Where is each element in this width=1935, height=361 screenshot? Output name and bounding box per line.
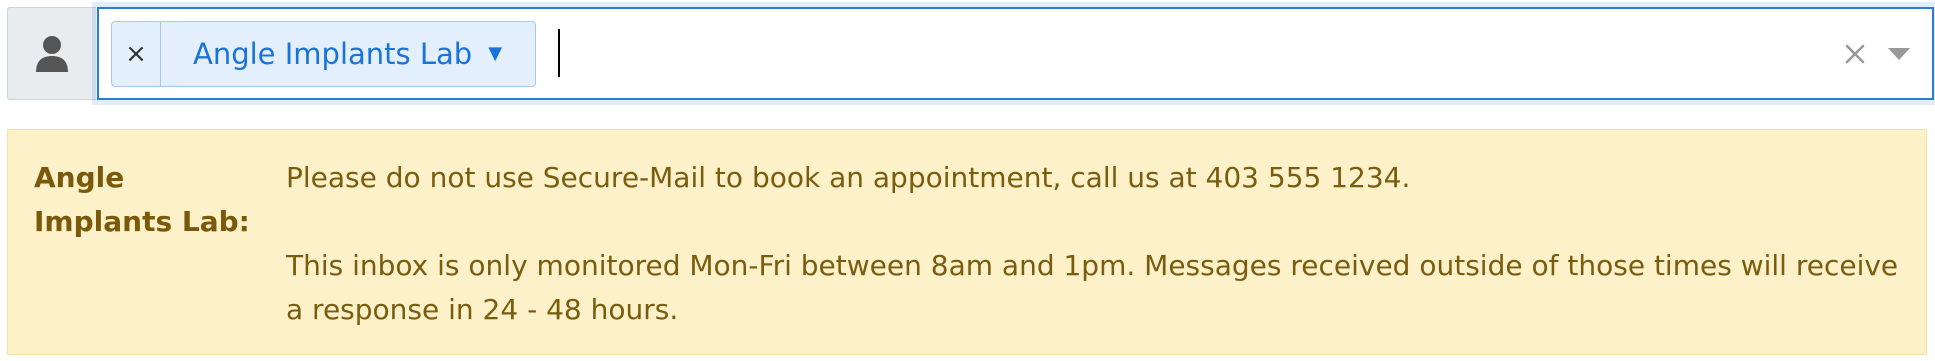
chip-caret-icon[interactable]: ▼ (488, 45, 502, 63)
recipient-input-cursor[interactable] (558, 29, 560, 77)
user-icon (35, 35, 69, 73)
recipient-selector: × Angle Implants Lab ▼ (7, 7, 1934, 100)
clear-icon[interactable] (1839, 38, 1871, 70)
notice-body: Please do not use Secure-Mail to book an… (286, 156, 1911, 332)
chip-remove-button[interactable]: × (112, 22, 161, 86)
chevron-down-icon[interactable] (1879, 42, 1919, 66)
notice-paragraph: This inbox is only monitored Mon-Fri bet… (286, 249, 1899, 326)
selected-recipient-chip[interactable]: × Angle Implants Lab ▼ (111, 21, 536, 87)
recipient-addon (7, 7, 96, 100)
practice-notice: Angle Implants Lab: Please do not use Se… (7, 129, 1927, 355)
chip-label: Angle Implants Lab (193, 37, 473, 71)
notice-title: Angle Implants Lab: (34, 161, 250, 238)
recipient-select[interactable]: × Angle Implants Lab ▼ (97, 7, 1934, 100)
notice-paragraph: Please do not use Secure-Mail to book an… (286, 161, 1411, 194)
